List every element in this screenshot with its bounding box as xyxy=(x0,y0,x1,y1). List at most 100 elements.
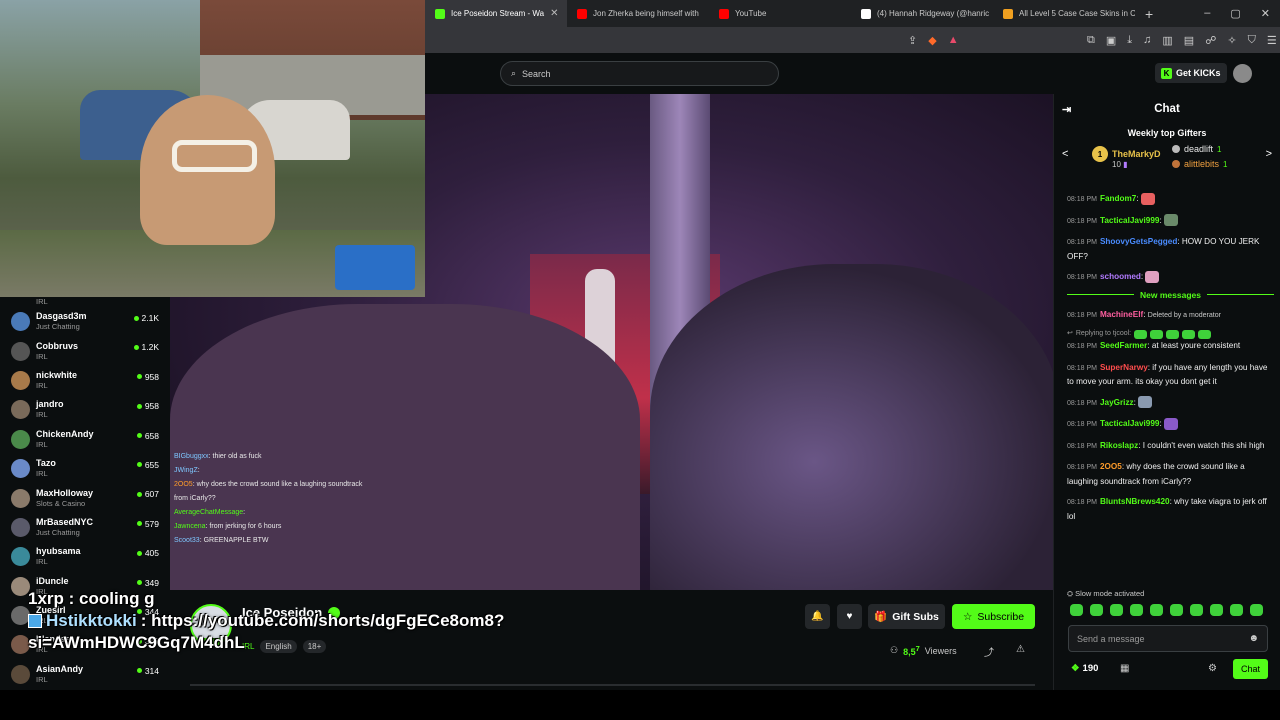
sidebar-item[interactable]: MaxHolloway Slots & Casino 607 xyxy=(0,483,170,512)
chat-message[interactable]: 08:18 PM JayGrizz: xyxy=(1067,396,1274,411)
emote-icon[interactable] xyxy=(1090,604,1103,616)
chat-input[interactable]: Send a message ☻ xyxy=(1068,625,1268,652)
emote-icon[interactable] xyxy=(1150,604,1163,616)
shield-icon[interactable]: ⛉ xyxy=(1248,34,1256,47)
get-kicks-label: Get KICKs xyxy=(1176,68,1221,78)
chat-message[interactable]: 08:18 PM 2OO5: why does the crowd sound l… xyxy=(1067,460,1274,488)
browser-tab[interactable]: Jon Zherka being himself with xyxy=(567,0,709,27)
sidebar-item[interactable]: MrBasedNYC Just Chatting 579 xyxy=(0,513,170,542)
browser-tab[interactable]: YouTube xyxy=(709,0,851,27)
glasses xyxy=(172,140,257,172)
download-icon[interactable]: ⤓ xyxy=(1127,34,1132,47)
chevron-left-icon[interactable]: < xyxy=(1062,148,1068,160)
channel-name: ChickenAndy xyxy=(36,428,94,439)
browser-tab[interactable]: All Level 5 Case Case Skins in C xyxy=(993,0,1135,27)
gifter[interactable]: deadlift 1 xyxy=(1172,144,1221,154)
emote-icon[interactable] xyxy=(1210,604,1223,616)
emote-icon xyxy=(1164,214,1179,227)
maximize-icon[interactable]: ▢ xyxy=(1230,7,1240,20)
emote-icon[interactable] xyxy=(1070,604,1083,616)
subscribe-label: Subscribe xyxy=(977,610,1025,623)
emote-icon[interactable] xyxy=(1110,604,1123,616)
live-dot-icon xyxy=(136,462,142,468)
channel-name: jandro xyxy=(36,399,64,410)
emote-icon xyxy=(1166,329,1180,339)
search-input[interactable]: ⌕ Search xyxy=(500,61,779,86)
extensions-icon[interactable]: ⧉ xyxy=(1087,34,1095,47)
new-tab-button[interactable]: + xyxy=(1135,6,1163,22)
follow-heart-button[interactable]: ♥ xyxy=(837,604,862,629)
chat-message[interactable]: 08:18 PM BluntsNBrews420: why take viagra… xyxy=(1067,495,1274,523)
viewer-count: 579 xyxy=(136,519,159,529)
avatar xyxy=(11,664,30,684)
brave-shield-icon[interactable]: ◆ xyxy=(928,34,936,47)
viewer-count: 658 xyxy=(136,431,159,441)
channel-category: IRL xyxy=(36,674,48,684)
close-tab-icon[interactable]: ✕ xyxy=(550,8,558,19)
gifter[interactable]: alittlebits 1 xyxy=(1172,159,1227,169)
emoji-picker-icon[interactable]: ☻ xyxy=(1248,633,1259,644)
channel-category: IRL xyxy=(36,439,48,449)
share-icon[interactable]: ⤴ xyxy=(984,644,994,659)
report-flag-icon[interactable]: ⚠ xyxy=(1016,644,1025,655)
chevron-right-icon[interactable]: > xyxy=(1266,148,1272,160)
chat-message[interactable]: 08:18 PM schoomed: xyxy=(1067,270,1274,285)
sidebar-item[interactable]: jandro IRL 958 xyxy=(0,395,170,424)
leo-icon[interactable]: ✧ xyxy=(1227,34,1236,47)
sidebar-icon[interactable]: ▥ xyxy=(1162,34,1172,47)
media-icon[interactable]: ♫ xyxy=(1143,34,1151,47)
store-icon[interactable]: ▦ xyxy=(1120,663,1129,674)
menu-icon[interactable]: ☰ xyxy=(1267,34,1277,47)
vpn-icon[interactable]: ☍ xyxy=(1205,34,1216,47)
send-chat-button[interactable]: Chat xyxy=(1233,659,1268,679)
emote-icon[interactable] xyxy=(1250,604,1263,616)
chat-message[interactable]: 08:18 PM Fandom7: xyxy=(1067,192,1274,207)
overlay-chat-line: 2OO5: why does the crowd sound like a la… xyxy=(174,481,363,502)
chat-input-placeholder: Send a message xyxy=(1077,633,1145,644)
reply-indicator[interactable]: ↩ Replying to tjcool: xyxy=(1067,329,1274,339)
reader-icon[interactable]: ▣ xyxy=(1106,34,1116,47)
sidebar-item[interactable]: Dasgasd3m Just Chatting 2.1K xyxy=(0,307,170,336)
sidebar-item[interactable]: AsianAndy IRL 314 xyxy=(0,660,170,689)
channel-points[interactable]: ❖ 190 xyxy=(1071,663,1098,674)
gift-subs-button[interactable]: 🎁 Gift Subs xyxy=(868,604,945,629)
close-window-icon[interactable]: ✕ xyxy=(1261,7,1270,20)
gifter-count: 1 xyxy=(1223,159,1228,169)
chat-message[interactable]: 08:18 PM Rikoslapz: I couldn't even watch… xyxy=(1067,439,1274,454)
chat-message[interactable]: 08:18 PM MachineElf: Deleted by a moderat… xyxy=(1067,308,1274,323)
collapse-chat-icon[interactable]: ⇥ xyxy=(1062,103,1071,116)
share-icon[interactable]: ⇪ xyxy=(908,34,917,47)
emote-icon[interactable] xyxy=(1230,604,1243,616)
chat-footer: ❖ 190 ▦ ⚙ Chat xyxy=(1054,658,1280,682)
emote-icon[interactable] xyxy=(1170,604,1183,616)
gifter-name: TheMarkyD xyxy=(1112,149,1161,159)
subscribe-button[interactable]: ☆ Subscribe xyxy=(952,604,1035,629)
chat-message[interactable]: 08:18 PM ShoovyGetsPegged: HOW DO YOU JER… xyxy=(1067,235,1274,263)
chat-message[interactable]: 08:18 PM TacticalJavi999: xyxy=(1067,214,1274,229)
notification-bell-button[interactable]: 🔔 xyxy=(805,604,830,629)
chat-message[interactable]: 08:18 PM SeedFarmer: at least youre consi… xyxy=(1067,339,1274,354)
brave-rewards-icon[interactable]: ▲ xyxy=(948,34,959,47)
gear-icon[interactable]: ⚙ xyxy=(1208,663,1217,674)
sidebar-item[interactable]: nickwhite IRL 958 xyxy=(0,366,170,395)
wallet-icon[interactable]: ▤ xyxy=(1184,34,1194,47)
sidebar-item[interactable]: ChickenAndy IRL 658 xyxy=(0,425,170,454)
viewers-number-tail: 7 xyxy=(915,644,920,653)
user-avatar[interactable] xyxy=(1233,64,1252,83)
gifters-title: Weekly top Gifters xyxy=(1127,128,1207,138)
chat-message[interactable]: 08:18 PM SuperNarwy: if you have any leng… xyxy=(1067,361,1274,389)
emote-icon[interactable] xyxy=(1130,604,1143,616)
sidebar-item[interactable]: Tazo IRL 655 xyxy=(0,454,170,483)
browser-tab[interactable]: Ice Poseidon Stream - Wa ✕ xyxy=(425,0,567,27)
emote-icon[interactable] xyxy=(1190,604,1203,616)
chat-header: ⇥ Chat xyxy=(1054,94,1280,124)
chat-message[interactable]: 08:18 PM TacticalJavi999: xyxy=(1067,417,1274,432)
live-dot-icon xyxy=(133,344,139,350)
sidebar-item[interactable]: Cobbruvs IRL 1.2K xyxy=(0,336,170,365)
minimize-icon[interactable]: – xyxy=(1204,7,1210,20)
browser-tab[interactable]: (4) Hannah Ridgeway (@hanric xyxy=(851,0,993,27)
get-kicks-button[interactable]: K Get KICKs xyxy=(1155,63,1227,83)
emote-icon xyxy=(1150,329,1164,339)
sidebar-item[interactable]: hyubsama IRL 405 xyxy=(0,542,170,571)
avatar xyxy=(11,517,30,537)
